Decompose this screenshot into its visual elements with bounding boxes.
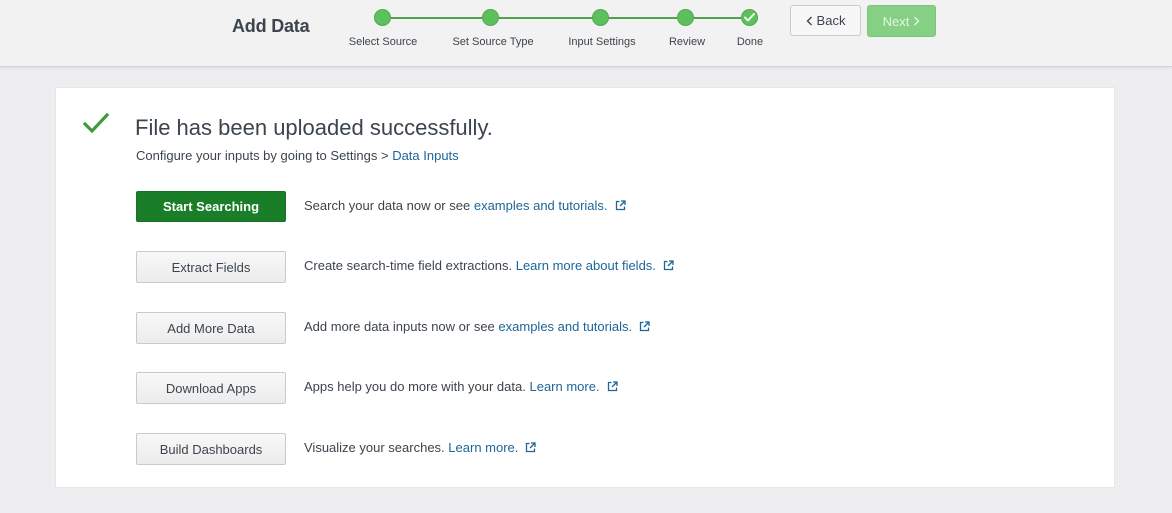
action-description-text: Search your data now or see	[304, 198, 471, 213]
action-description: Visualize your searches. Learn more.	[304, 440, 537, 455]
examples-tutorials-link[interactable]: examples and tutorials.	[474, 198, 608, 213]
wizard-step-dot-done	[741, 9, 758, 26]
back-button-label: Back	[816, 13, 846, 28]
learn-more-dashboards-link[interactable]: Learn more.	[448, 440, 518, 455]
wizard-step-dot-set-source-type	[482, 9, 499, 26]
examples-tutorials-link[interactable]: examples and tutorials.	[498, 319, 632, 334]
chevron-right-icon	[914, 16, 920, 26]
checkmark-icon	[82, 112, 110, 140]
success-title: File has been uploaded successfully.	[135, 115, 493, 140]
action-description-text: Visualize your searches.	[304, 440, 445, 455]
build-dashboards-button[interactable]: Build Dashboards	[136, 433, 286, 465]
action-description-text: Add more data inputs now or see	[304, 319, 495, 334]
wizard-step-label-input-settings: Input Settings	[568, 36, 636, 48]
wizard-step-label-select-source: Select Source	[348, 36, 418, 48]
wizard-progress: Select Source Set Source Type Input Sett…	[0, 0, 800, 67]
action-row-extract-fields: Extract Fields Create search-time field …	[136, 251, 1036, 283]
top-bar: Add Data Select Source Set Source Type I…	[0, 0, 1172, 67]
wizard-step-label-review: Review	[668, 36, 706, 48]
extract-fields-button[interactable]: Extract Fields	[136, 251, 286, 283]
action-description-text: Apps help you do more with your data.	[304, 379, 526, 394]
wizard-progress-line	[383, 17, 750, 19]
action-description-text: Create search-time field extractions.	[304, 258, 513, 273]
download-apps-button[interactable]: Download Apps	[136, 372, 286, 404]
external-link-icon[interactable]	[663, 260, 674, 271]
action-row-build-dashboards: Build Dashboards Visualize your searches…	[136, 433, 1036, 465]
wizard-step-label-set-source-type: Set Source Type	[452, 36, 534, 48]
action-description: Apps help you do more with your data. Le…	[304, 379, 618, 394]
external-link-icon[interactable]	[607, 381, 618, 392]
next-button[interactable]: Next	[867, 5, 936, 37]
action-description: Add more data inputs now or see examples…	[304, 319, 650, 334]
action-row-download-apps: Download Apps Apps help you do more with…	[136, 372, 1036, 404]
start-searching-button[interactable]: Start Searching	[136, 191, 286, 222]
action-description: Create search-time field extractions. Le…	[304, 258, 674, 273]
learn-more-apps-link[interactable]: Learn more.	[529, 379, 599, 394]
wizard-step-dot-select-source	[374, 9, 391, 26]
checkmark-icon	[744, 13, 755, 22]
wizard-step-dot-input-settings	[592, 9, 609, 26]
next-button-label: Next	[882, 13, 910, 29]
success-subtitle: Configure your inputs by going to Settin…	[136, 148, 459, 163]
action-description: Search your data now or see examples and…	[304, 198, 626, 213]
wizard-step-dot-review	[677, 9, 694, 26]
success-subtitle-text: Configure your inputs by going to Settin…	[136, 148, 393, 163]
chevron-left-icon	[806, 16, 812, 25]
data-inputs-link[interactable]: Data Inputs	[392, 148, 459, 163]
add-more-data-button[interactable]: Add More Data	[136, 312, 286, 344]
external-link-icon[interactable]	[525, 442, 537, 453]
learn-more-fields-link[interactable]: Learn more about fields.	[516, 258, 656, 273]
external-link-icon[interactable]	[639, 321, 650, 332]
back-button[interactable]: Back	[790, 5, 861, 36]
external-link-icon[interactable]	[615, 200, 626, 211]
success-panel: File has been uploaded successfully. Con…	[55, 87, 1115, 488]
action-row-start-searching: Start Searching Search your data now or …	[136, 191, 1036, 223]
action-row-add-more-data: Add More Data Add more data inputs now o…	[136, 312, 1036, 344]
wizard-step-label-done: Done	[736, 36, 764, 48]
